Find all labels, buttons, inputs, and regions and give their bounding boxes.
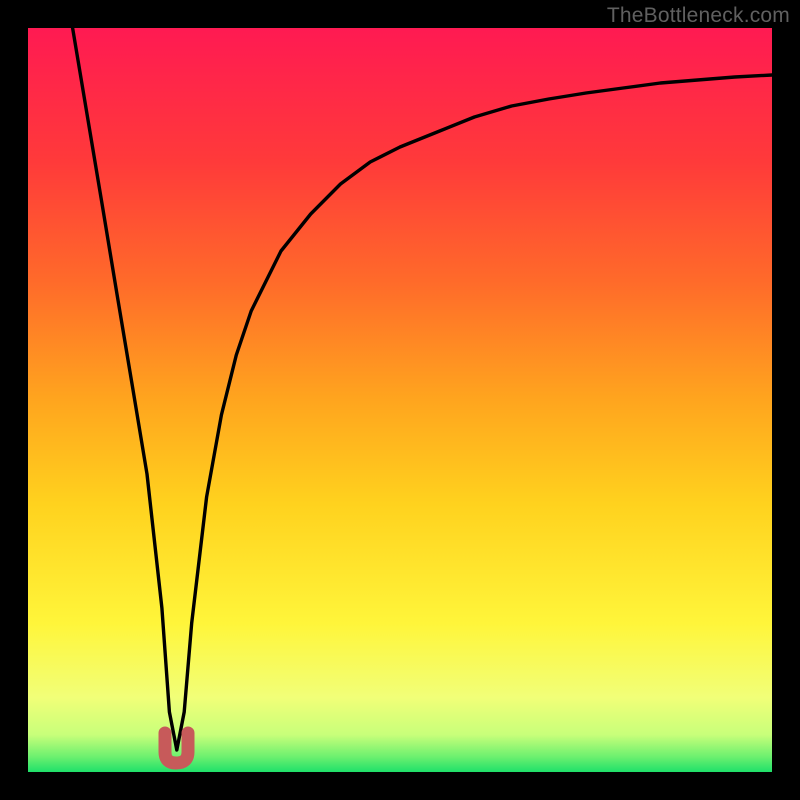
bottleneck-chart — [28, 28, 772, 772]
watermark-text: TheBottleneck.com — [607, 4, 790, 28]
gradient-background — [28, 28, 772, 772]
chart-frame — [28, 28, 772, 772]
